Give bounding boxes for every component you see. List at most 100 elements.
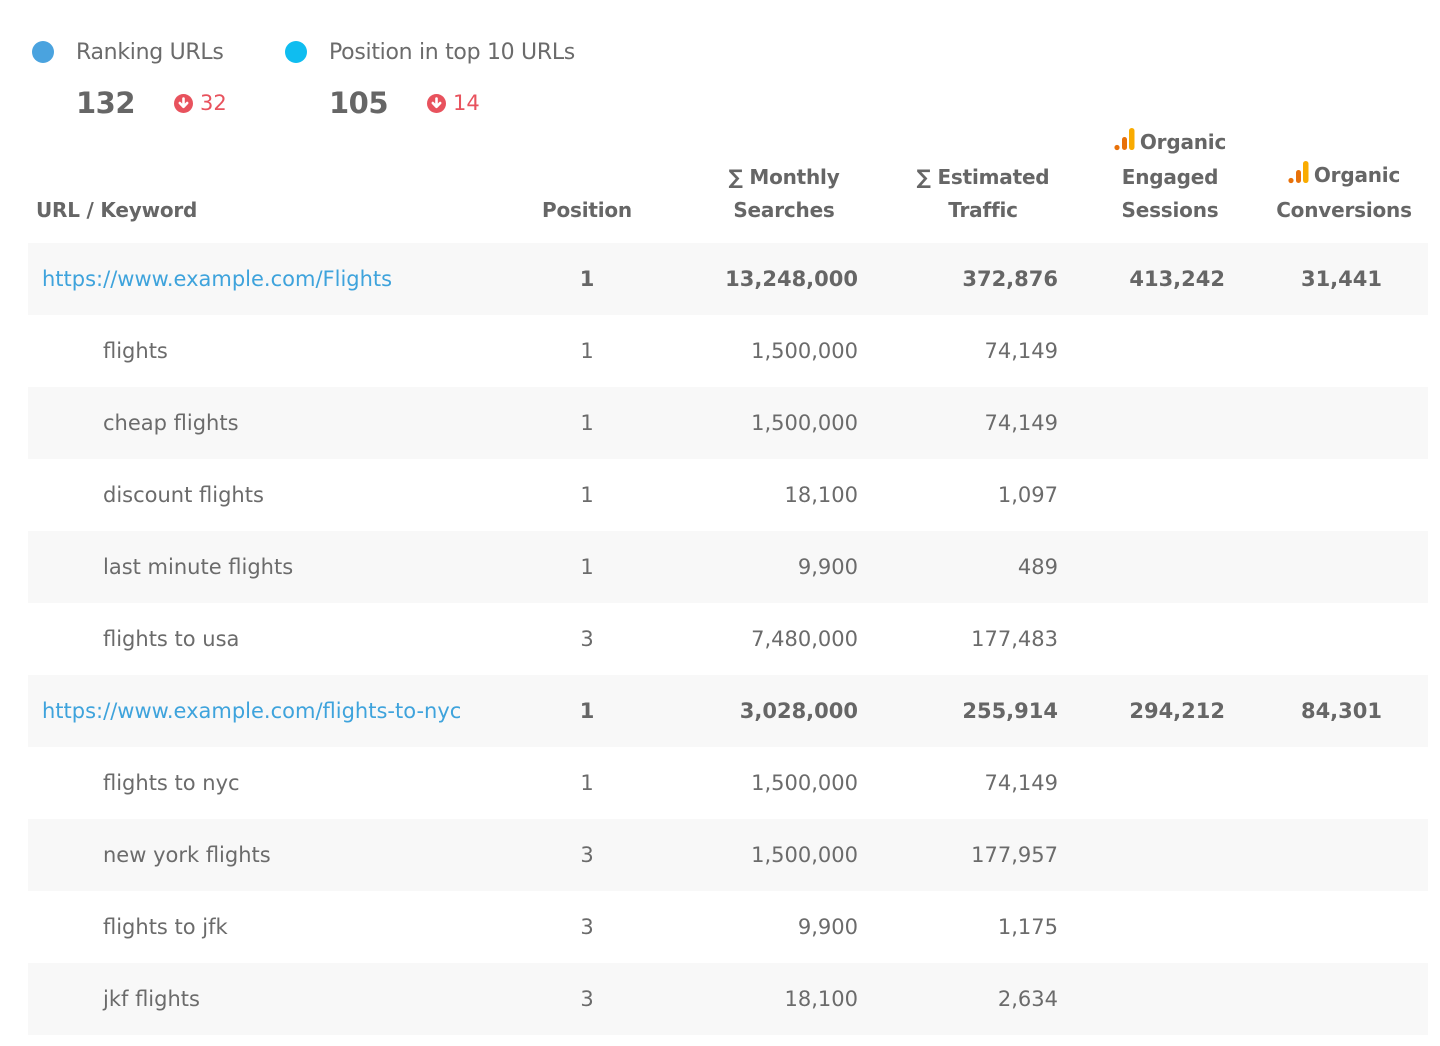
kpi-delta: 14 [427,91,480,115]
google-analytics-icon [1288,160,1310,194]
engaged-sessions-cell [1080,963,1260,1035]
position-cell: 3 [580,915,594,939]
kpi-label: Position in top 10 URLs [329,39,575,65]
estimated-traffic-cell: 177,483 [971,627,1058,651]
kpi-delta: 32 [174,91,227,115]
keyword-row: flights 1 1,500,000 74,149 [28,315,1428,387]
url-row: https://www.example.com/flights-to-nyc 1 3… [28,675,1428,747]
engaged-sessions-cell [1080,747,1260,819]
conversions-cell [1260,387,1428,459]
url-link[interactable]: https://www.example.com/flights-to-nyc [42,699,461,723]
monthly-searches-cell: 18,100 [682,963,886,1035]
engaged-sessions-cell [1080,387,1260,459]
table-header-row: URL / Keyword Position ∑ Monthly Searche… [28,126,1428,243]
kpi-label: Ranking URLs [76,39,224,65]
monthly-searches-cell: 1,500,000 [682,819,886,891]
arrow-down-circle-icon [174,93,193,113]
label-cell: jkf flights [28,963,492,1035]
monthly-searches-cell: 1,500,000 [751,339,858,363]
monthly-searches-cell: 7,480,000 [751,627,858,651]
estimated-traffic-cell: 74,149 [984,771,1058,795]
position-cell: 3 [492,963,682,1035]
kpi-delta-value: 14 [453,91,480,115]
conversions-cell [1260,459,1428,531]
keyword-row: jkf flights 3 18,100 2,634 [28,963,1428,1035]
keyword-row: flights to jfk 3 9,900 1,175 [28,891,1428,963]
position-cell: 1 [492,243,682,315]
kpi-summary: Ranking URLs 132 32 Position in top 10 U… [32,34,585,120]
engaged-sessions-cell [1080,891,1260,963]
url-cell: https://www.example.com/Flights [28,243,492,315]
label-cell: cheap flights [28,387,492,459]
position-cell: 1 [580,771,594,795]
engaged-sessions-cell: 294,212 [1080,675,1260,747]
estimated-traffic-cell: 255,914 [886,675,1080,747]
kpi-delta-value: 32 [200,91,227,115]
estimated-traffic-cell: 1,097 [997,483,1058,507]
column-header-monthly-searches[interactable]: ∑ Monthly Searches [682,126,886,243]
column-header-url[interactable]: URL / Keyword [28,126,492,243]
estimated-traffic-cell: 74,149 [984,339,1058,363]
google-analytics-icon [1114,127,1136,161]
legend-dot-icon [285,41,307,63]
column-header-position[interactable]: Position [492,126,682,243]
keyword-row: cheap flights 1 1,500,000 74,149 [28,387,1428,459]
position-cell: 1 [580,483,594,507]
engaged-sessions-cell [1080,315,1260,387]
keyword-row: flights to usa 3 7,480,000 177,483 [28,603,1428,675]
label-cell: flights [103,339,168,363]
position-cell: 1 [492,387,682,459]
engaged-sessions-cell [1080,819,1260,891]
column-header-engaged-sessions[interactable]: Organic Engaged Sessions [1080,126,1260,243]
estimated-traffic-cell: 1,175 [997,915,1058,939]
arrow-down-circle-icon [427,93,446,113]
estimated-traffic-cell: 177,957 [886,819,1080,891]
label-cell: flights to nyc [103,771,240,795]
keyword-row: last minute flights 1 9,900 489 [28,531,1428,603]
estimated-traffic-cell: 2,634 [886,963,1080,1035]
conversions-cell: 84,301 [1260,675,1428,747]
position-cell: 3 [492,819,682,891]
conversions-cell [1260,747,1428,819]
position-cell: 3 [580,627,594,651]
column-header-estimated-traffic[interactable]: ∑ Estimated Traffic [886,126,1080,243]
conversions-cell [1260,603,1428,675]
keyword-row: flights to nyc 1 1,500,000 74,149 [28,747,1428,819]
label-cell: discount flights [103,483,264,507]
kpi-value: 132 [76,86,136,120]
legend-dot-icon [32,41,54,63]
engaged-sessions-cell [1080,603,1260,675]
url-keyword-table: URL / Keyword Position ∑ Monthly Searche… [28,126,1428,1035]
label-cell: flights to jfk [103,915,228,939]
conversions-cell [1260,819,1428,891]
table-body: https://www.example.com/Flights 1 13,248,0… [28,243,1428,1035]
estimated-traffic-cell: 489 [886,531,1080,603]
url-row: https://www.example.com/Flights 1 13,248,0… [28,243,1428,315]
position-cell: 1 [492,531,682,603]
estimated-traffic-cell: 74,149 [886,387,1080,459]
conversions-cell: 31,441 [1260,243,1428,315]
position-cell: 1 [580,339,594,363]
engaged-sessions-cell [1080,459,1260,531]
url-link[interactable]: https://www.example.com/Flights [42,267,392,291]
kpi-ranking-urls: Ranking URLs 132 32 [32,34,285,120]
conversions-cell [1260,531,1428,603]
monthly-searches-cell: 1,500,000 [682,387,886,459]
monthly-searches-cell: 13,248,000 [682,243,886,315]
label-cell: flights to usa [103,627,240,651]
engaged-sessions-cell: 413,242 [1080,243,1260,315]
engaged-sessions-cell [1080,531,1260,603]
keyword-row: new york flights 3 1,500,000 177,957 [28,819,1428,891]
kpi-value: 105 [329,86,389,120]
label-cell: new york flights [28,819,492,891]
monthly-searches-cell: 1,500,000 [751,771,858,795]
column-header-conversions[interactable]: Organic Conversions [1260,126,1428,243]
kpi-top10-urls: Position in top 10 URLs 105 14 [285,34,585,120]
conversions-cell [1260,891,1428,963]
monthly-searches-cell: 9,900 [797,915,858,939]
monthly-searches-cell: 18,100 [784,483,858,507]
url-cell: https://www.example.com/flights-to-nyc [28,675,492,747]
monthly-searches-cell: 9,900 [682,531,886,603]
estimated-traffic-cell: 372,876 [886,243,1080,315]
conversions-cell [1260,963,1428,1035]
